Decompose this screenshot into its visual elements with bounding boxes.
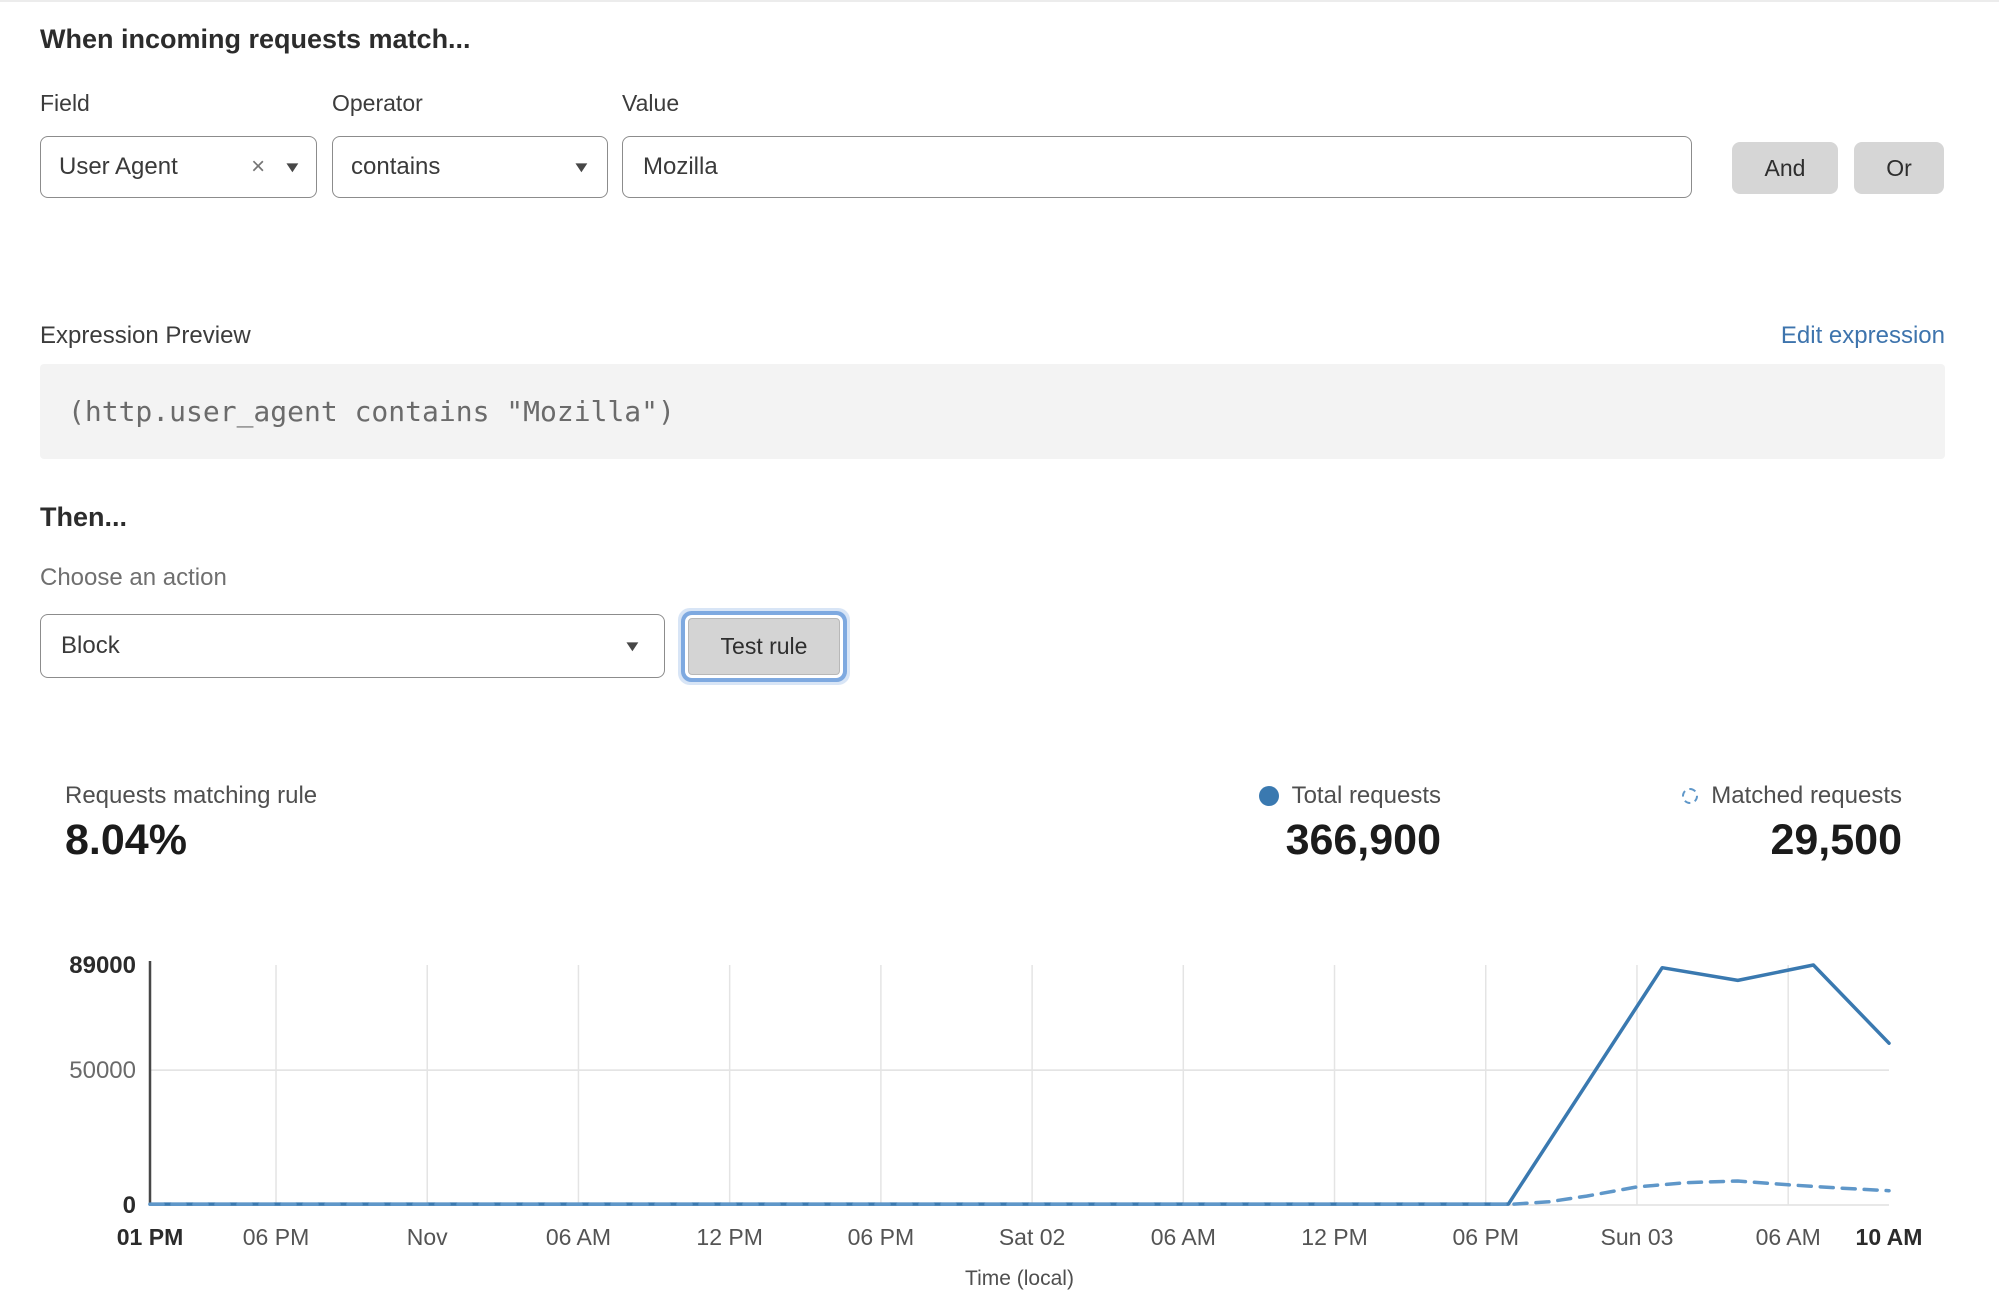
- firewall-rule-builder: When incoming requests match... Field Op…: [0, 0, 1999, 1295]
- total-requests-dot-icon: [1259, 786, 1279, 806]
- svg-text:Nov: Nov: [407, 1224, 448, 1250]
- chevron-down-icon: ▼: [283, 159, 303, 176]
- svg-text:06 PM: 06 PM: [243, 1224, 309, 1250]
- expression-preview-label: Expression Preview: [40, 322, 251, 350]
- page-title: When incoming requests match...: [40, 24, 471, 55]
- operator-select[interactable]: contains ▼: [332, 136, 608, 198]
- expression-code: (http.user_agent contains "Mozilla"): [40, 395, 675, 428]
- svg-text:12 PM: 12 PM: [696, 1224, 762, 1250]
- edit-expression-link[interactable]: Edit expression: [1781, 322, 1945, 350]
- field-label: Field: [40, 90, 90, 117]
- clear-field-icon[interactable]: ×: [251, 155, 265, 179]
- action-select-value: Block: [61, 632, 120, 660]
- field-select-value: User Agent: [59, 153, 178, 181]
- test-rule-button[interactable]: Test rule: [688, 618, 840, 675]
- svg-text:06 PM: 06 PM: [848, 1224, 914, 1250]
- matched-requests-dashed-circle-icon: [1682, 788, 1698, 804]
- svg-text:06 AM: 06 AM: [1756, 1224, 1821, 1250]
- chevron-down-icon: ▼: [572, 159, 592, 176]
- matched-requests-label: Matched requests: [1711, 782, 1902, 810]
- svg-text:10 AM: 10 AM: [1856, 1224, 1923, 1250]
- svg-text:Sat 02: Sat 02: [999, 1224, 1066, 1250]
- choose-action-label: Choose an action: [40, 564, 227, 592]
- legend-total-requests: Total requests: [1259, 782, 1441, 810]
- svg-text:0: 0: [123, 1192, 136, 1219]
- and-button[interactable]: And: [1732, 142, 1838, 194]
- requests-matching-value: 8.04%: [65, 816, 187, 865]
- total-requests-label: Total requests: [1292, 782, 1441, 810]
- chevron-down-icon: ▼: [623, 638, 643, 655]
- requests-matching-label: Requests matching rule: [65, 782, 317, 810]
- expression-preview-box: (http.user_agent contains "Mozilla"): [40, 364, 1945, 459]
- field-select[interactable]: User Agent × ▼: [40, 136, 317, 198]
- svg-text:06 AM: 06 AM: [1151, 1224, 1216, 1250]
- svg-text:06 AM: 06 AM: [546, 1224, 611, 1250]
- operator-label: Operator: [332, 90, 423, 117]
- action-select[interactable]: Block ▼: [40, 614, 665, 678]
- svg-text:Sun 03: Sun 03: [1601, 1224, 1674, 1250]
- value-input[interactable]: [622, 136, 1692, 198]
- svg-text:12 PM: 12 PM: [1301, 1224, 1367, 1250]
- operator-select-value: contains: [351, 153, 440, 181]
- svg-text:01 PM: 01 PM: [117, 1224, 183, 1250]
- svg-text:50000: 50000: [69, 1057, 136, 1084]
- legend-matched-requests: Matched requests: [1682, 782, 1902, 810]
- svg-text:06 PM: 06 PM: [1453, 1224, 1519, 1250]
- value-label: Value: [622, 90, 679, 117]
- or-button[interactable]: Or: [1854, 142, 1944, 194]
- svg-text:Time (local): Time (local): [965, 1267, 1074, 1290]
- svg-text:89000: 89000: [69, 952, 136, 979]
- matched-requests-value: 29,500: [1770, 816, 1902, 865]
- then-heading: Then...: [40, 502, 127, 533]
- total-requests-value: 366,900: [1286, 816, 1441, 865]
